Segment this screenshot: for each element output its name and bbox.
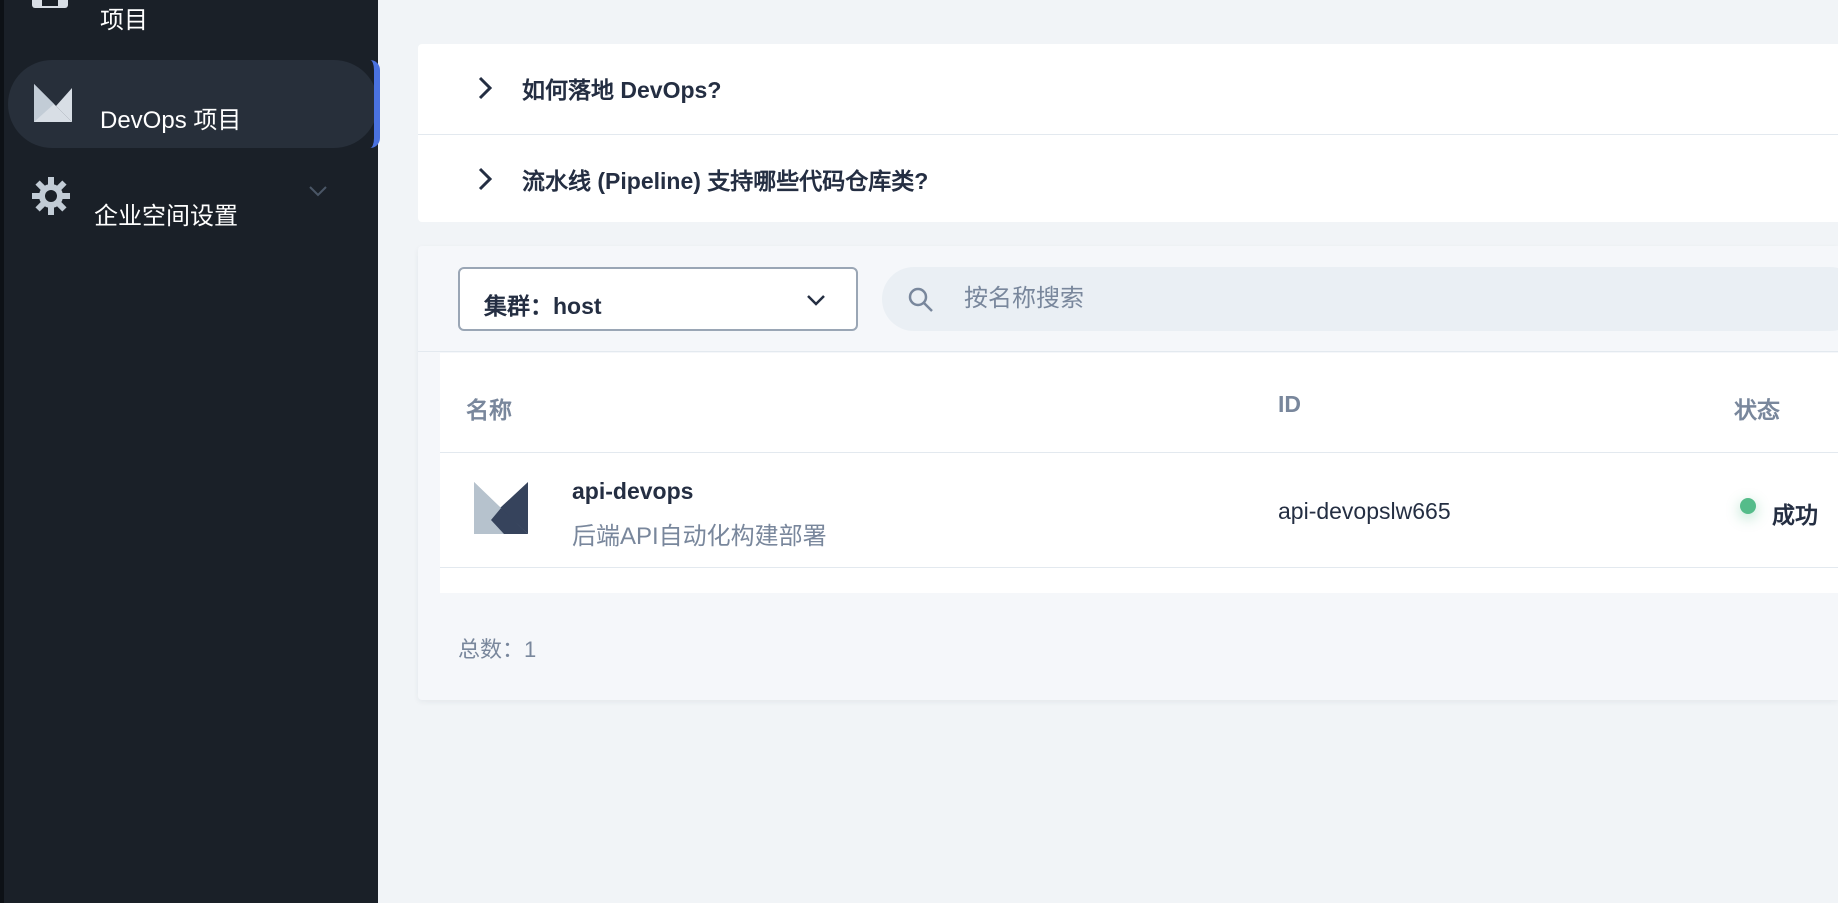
devops-icon [34, 84, 72, 127]
devops-project-list: 集群：host 名称 ID 状态 [418, 246, 1838, 700]
faq-question: 如何落地 DevOps? [522, 77, 722, 103]
sidebar-item-devops-projects[interactable]: DevOps 项目 [8, 60, 380, 148]
active-indicator [370, 60, 380, 148]
cluster-select-value: 集群：host [484, 293, 602, 319]
total-count: 总数：1 [458, 637, 537, 662]
chevron-right-icon [478, 76, 493, 105]
sidebar-item-projects[interactable]: 项目 [4, 0, 374, 36]
sidebar-item-label: DevOps 项目 [100, 107, 242, 134]
faq-question: 流水线 (Pipeline) 支持哪些代码仓库类? [522, 167, 929, 194]
column-header-name[interactable]: 名称 [466, 391, 512, 425]
sidebar-item-label: 项目 [100, 7, 148, 34]
table-header: 名称 ID 状态 [440, 353, 1838, 453]
faq-item[interactable]: 如何落地 DevOps? [418, 44, 1838, 132]
sidebar-item-workspace-settings[interactable]: 企业空间设置 [4, 172, 374, 242]
table-row[interactable]: api-devops 后端API自动化构建部署 api-devopslw665 … [440, 454, 1838, 568]
column-header-id[interactable]: ID [1278, 391, 1301, 418]
project-description: 后端API自动化构建部署 [572, 523, 827, 550]
project-id: api-devopslw665 [1278, 498, 1451, 524]
faq-item[interactable]: 流水线 (Pipeline) 支持哪些代码仓库类? [418, 134, 1838, 222]
column-header-status[interactable]: 状态 [1734, 391, 1780, 425]
chevron-down-icon [806, 293, 826, 311]
toolbar: 集群：host [418, 246, 1838, 352]
project-table: 名称 ID 状态 api-devops 后端API自动化构建部署 api-dev… [440, 353, 1838, 593]
chevron-right-icon [478, 167, 493, 196]
cluster-select[interactable]: 集群：host [458, 267, 858, 331]
search-input[interactable] [964, 281, 1764, 317]
status-success-dot [1740, 498, 1756, 514]
status-text: 成功 [1772, 502, 1818, 528]
sidebar: 项目 DevOps 项目 企业空间设置 [0, 0, 380, 903]
project-name-link[interactable]: api-devops [572, 478, 693, 505]
sidebar-item-label: 企业空间设置 [94, 203, 238, 230]
gear-icon [32, 177, 70, 220]
search-icon [908, 287, 934, 318]
chevron-down-icon[interactable] [308, 184, 328, 202]
devops-project-icon [474, 482, 528, 539]
project-icon [32, 0, 68, 27]
faq-panel: 如何落地 DevOps? 流水线 (Pipeline) 支持哪些代码仓库类? [418, 44, 1838, 222]
search-box[interactable] [882, 267, 1838, 331]
